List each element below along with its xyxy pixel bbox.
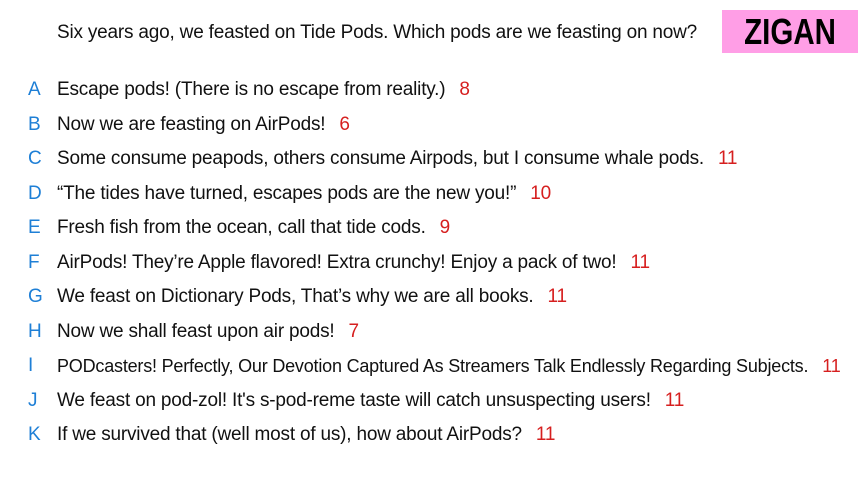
answer-text: “The tides have turned, escapes pods are… [57,182,517,204]
answer-letter: J [28,389,38,411]
game-screen: Six years ago, we feasted on Tide Pods. … [0,0,864,482]
answer-letter: G [28,286,43,308]
answer-score: 8 [459,79,470,101]
answer-letter: I [28,355,34,377]
answer-letter: C [28,148,42,170]
answer-score: 11 [630,251,651,273]
answer-letter: E [28,217,41,239]
question-prompt: Six years ago, we feasted on Tide Pods. … [57,22,698,43]
answer-letter: D [28,182,42,204]
answer-score: 11 [822,355,841,376]
player-name: ZIGAN [744,10,836,52]
answer-text: We feast on Dictionary Pods, That’s why … [57,286,534,308]
answer-text: Some consume peapods, others consume Air… [57,148,704,170]
answer-score: 7 [348,320,360,342]
answer-text: PODcasters! Perfectly, Our Devotion Capt… [57,355,809,376]
answer-letter: B [28,113,41,135]
answer-text: Now we are feasting on AirPods! [57,113,326,135]
answer-score: 9 [439,217,451,239]
answer-score: 6 [339,113,350,135]
answer-score: 11 [664,389,685,411]
answer-score: 11 [535,424,556,446]
answer-text: If we survived that (well most of us), h… [57,424,522,446]
answer-letter: F [28,251,40,273]
answer-text: Now we shall feast upon air pods! [57,320,335,342]
answer-letter: A [28,79,41,101]
answer-score: 11 [717,148,738,170]
answer-text: Fresh fish from the ocean, call that tid… [57,217,426,239]
answer-letter: H [28,320,42,342]
answer-letter: K [28,424,41,446]
answer-score: 10 [530,182,551,204]
answer-text: Escape pods! (There is no escape from re… [57,79,446,101]
answer-score: 11 [547,286,568,308]
answer-text: AirPods! They’re Apple flavored! Extra c… [57,251,617,273]
answer-text: We feast on pod-zol! It's s-pod-reme tas… [57,389,651,411]
